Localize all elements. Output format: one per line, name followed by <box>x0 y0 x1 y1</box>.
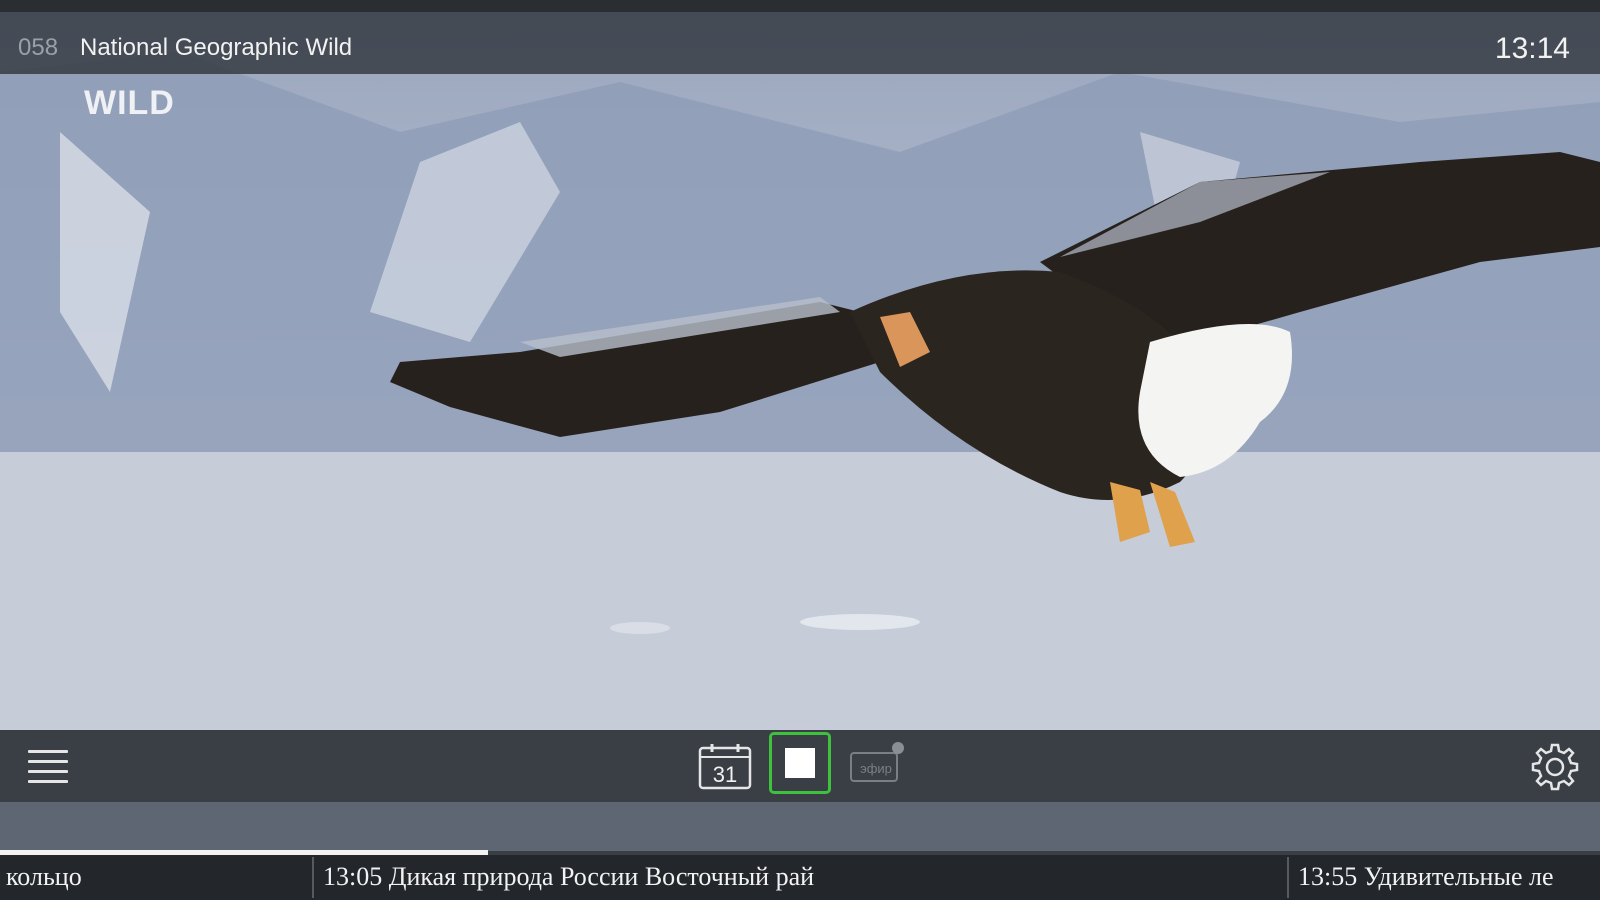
hamburger-menu-icon[interactable] <box>28 750 68 784</box>
settings-button[interactable] <box>1530 742 1580 792</box>
gear-icon <box>1531 743 1579 791</box>
timeline-area <box>0 802 1600 857</box>
epg-item-current[interactable]: 13:05 Дикая природа России Восточный рай <box>323 855 1283 900</box>
player-toolbar: 31 эфир <box>0 730 1600 802</box>
clock: 13:14 <box>1494 32 1570 65</box>
stop-icon <box>785 748 815 778</box>
video-frame[interactable] <box>0 12 1600 730</box>
calendar-button[interactable]: 31 <box>698 742 752 790</box>
channel-logo: WILD <box>84 84 175 122</box>
epg-separator <box>312 857 314 898</box>
live-button[interactable]: эфир <box>848 742 906 788</box>
live-broadcast-icon: эфир <box>850 752 898 782</box>
channel-name: National Geographic Wild <box>80 34 353 61</box>
calendar-day: 31 <box>713 762 737 787</box>
video-image <box>0 12 1600 730</box>
calendar-icon: 31 <box>698 744 752 790</box>
stop-button[interactable] <box>769 732 831 794</box>
epg-separator <box>1287 857 1289 898</box>
live-indicator-dot <box>892 742 904 754</box>
top-strip <box>0 0 1600 12</box>
epg-item[interactable]: 13:55 Удивительные ле <box>1298 855 1600 900</box>
channel-number: 058 <box>18 34 59 61</box>
channel-header: 058 National Geographic Wild 13:14 <box>0 12 1600 74</box>
live-label: эфир <box>860 761 892 776</box>
epg-item[interactable]: кольцо <box>6 855 306 900</box>
epg-strip: кольцо 13:05 Дикая природа России Восточ… <box>0 855 1600 900</box>
